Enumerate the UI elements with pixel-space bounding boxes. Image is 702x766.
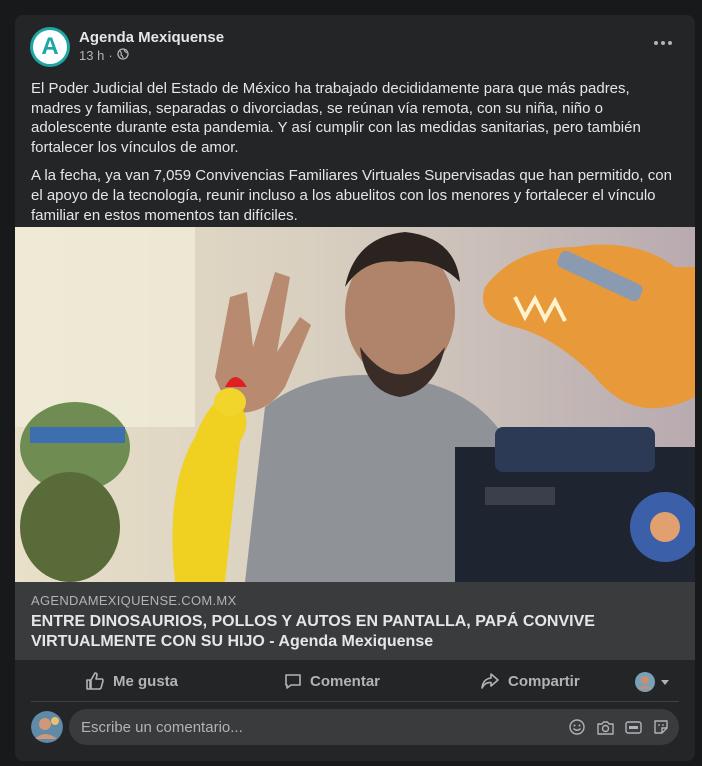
comment-tools xyxy=(567,717,671,737)
post-timestamp[interactable]: 13 h xyxy=(79,48,104,63)
globe-icon xyxy=(117,48,129,63)
comment-bubble-icon xyxy=(285,674,301,689)
page-avatar[interactable]: A xyxy=(30,27,70,67)
post-card: A Agenda Mexiquense 13 h · El Poder Judi… xyxy=(15,15,695,761)
thumbs-up-icon xyxy=(86,672,104,690)
camera-icon[interactable] xyxy=(595,717,615,737)
post-text: El Poder Judicial del Estado de México h… xyxy=(31,79,679,234)
more-options-button[interactable] xyxy=(653,35,673,46)
share-button[interactable]: Compartir xyxy=(480,663,580,699)
avatar-image xyxy=(31,711,63,743)
more-dots-icon xyxy=(654,41,672,45)
post-header: A Agenda Mexiquense 13 h · xyxy=(15,15,695,79)
like-button[interactable]: Me gusta xyxy=(85,663,178,699)
link-preview-image[interactable] xyxy=(15,227,695,582)
emoji-icon[interactable] xyxy=(567,717,587,737)
share-audience-selector[interactable] xyxy=(634,671,670,693)
comment-input[interactable]: Escribe un comentario... xyxy=(69,709,679,745)
post-meta: 13 h · xyxy=(79,48,129,63)
link-domain: AGENDAMEXIQUENSE.COM.MX xyxy=(31,593,237,608)
comment-placeholder: Escribe un comentario... xyxy=(81,719,243,736)
like-label: Me gusta xyxy=(113,672,179,690)
link-title[interactable]: ENTRE DINOSAURIOS, POLLOS Y AUTOS EN PAN… xyxy=(31,612,671,652)
caret-down-icon xyxy=(661,680,669,685)
page-avatar-logo: A xyxy=(33,30,67,64)
sticker-icon[interactable] xyxy=(651,717,671,737)
preview-photo xyxy=(15,227,695,582)
user-avatar-small xyxy=(635,672,655,692)
meta-separator: · xyxy=(108,48,113,63)
post-paragraph-1: El Poder Judicial del Estado de México h… xyxy=(31,80,641,156)
current-user-avatar[interactable] xyxy=(31,711,63,743)
share-label: Compartir xyxy=(508,672,580,690)
post-paragraph-2: A la fecha, ya van 7,059 Convivencias Fa… xyxy=(31,167,672,224)
share-arrow-icon xyxy=(481,673,499,689)
link-preview-caption[interactable]: AGENDAMEXIQUENSE.COM.MX ENTRE DINOSAURIO… xyxy=(15,582,695,660)
comment-button[interactable]: Comentar xyxy=(284,663,380,699)
actions-divider xyxy=(31,701,679,702)
comment-label: Comentar xyxy=(310,672,381,690)
post-actions: Me gusta Comentar Compartir xyxy=(15,663,695,701)
gif-icon[interactable] xyxy=(623,717,643,737)
page-name-link[interactable]: Agenda Mexiquense xyxy=(79,29,224,46)
